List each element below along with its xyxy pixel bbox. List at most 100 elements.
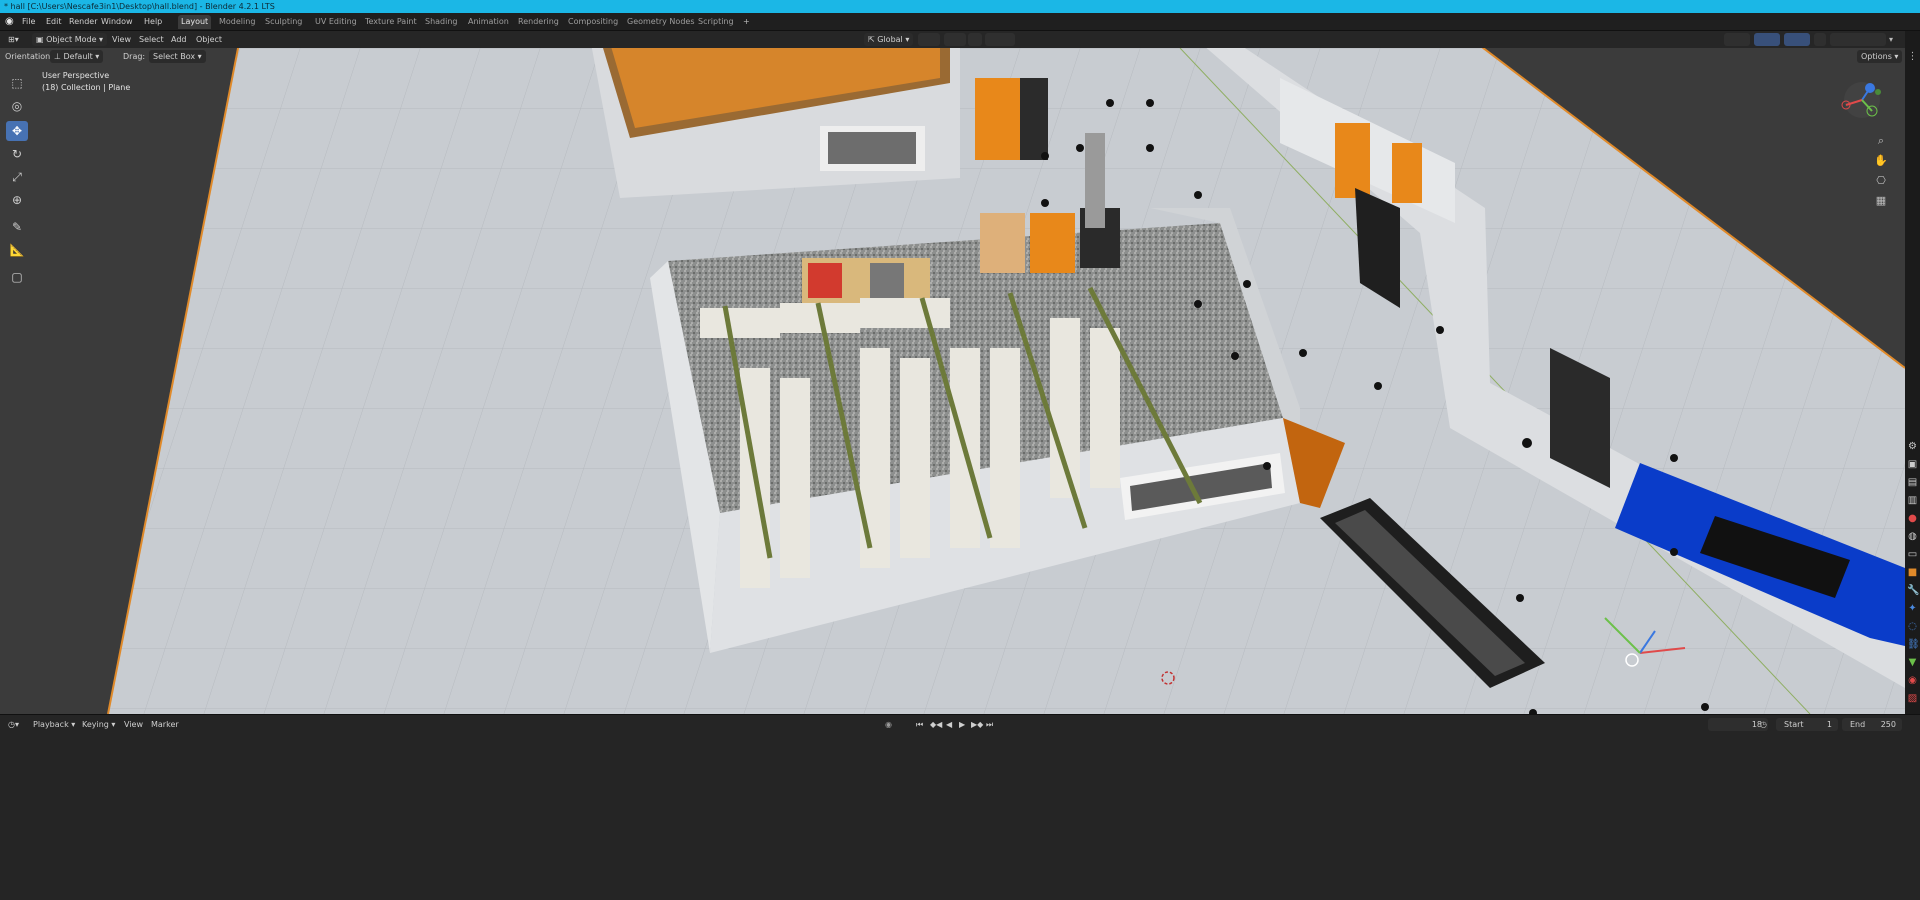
shading-mode-buttons[interactable] bbox=[1830, 33, 1886, 46]
texture-icon[interactable]: ▨ bbox=[1907, 693, 1918, 705]
material-icon[interactable]: ◉ bbox=[1907, 675, 1918, 687]
record-icon[interactable]: ◉ bbox=[885, 718, 892, 731]
play-icon[interactable]: ▶ bbox=[959, 718, 965, 731]
keying-label: Keying bbox=[82, 720, 109, 729]
add-workspace-button[interactable]: + bbox=[740, 15, 753, 29]
visibility-button[interactable] bbox=[1724, 33, 1750, 46]
mode-label: Object Mode bbox=[46, 35, 97, 44]
tab-texture-paint[interactable]: Texture Paint bbox=[362, 15, 420, 29]
jump-start-icon[interactable]: ⏮ bbox=[916, 718, 923, 731]
start-frame-field[interactable]: Start 1 bbox=[1776, 718, 1838, 731]
properties-tab-strip: ⋮ ⚙ ▣ ▤ ▥ ● ◍ ▭ ■ 🔧 ✦ ◌ ⛓ ▼ ◉ ▨ bbox=[1905, 31, 1920, 714]
editor-type-icon[interactable]: ◷▾ bbox=[8, 718, 19, 731]
end-value: 250 bbox=[1880, 720, 1896, 729]
gizmo-toggle-button[interactable] bbox=[1754, 33, 1780, 46]
transform-icon[interactable]: ⊕ bbox=[6, 190, 28, 210]
proportional-edit-button[interactable] bbox=[985, 33, 1015, 46]
xray-toggle-button[interactable] bbox=[1814, 33, 1826, 46]
navigation-gizmo[interactable] bbox=[1832, 78, 1892, 128]
data-properties-icon[interactable]: ▼ bbox=[1907, 657, 1918, 669]
menu-view[interactable]: View bbox=[124, 718, 143, 731]
mode-selector[interactable]: ▣ Object Mode ▾ bbox=[32, 33, 108, 46]
physics-icon[interactable]: ◌ bbox=[1907, 621, 1918, 633]
zoom-icon[interactable]: ⌕ bbox=[1872, 132, 1890, 150]
object-properties-icon[interactable]: ■ bbox=[1907, 567, 1918, 579]
transform-orientation-dropdown[interactable]: ⇱ Global ▾ bbox=[864, 33, 914, 46]
menu-render[interactable]: Render bbox=[69, 13, 97, 30]
tab-shading[interactable]: Shading bbox=[422, 15, 461, 29]
menu-object[interactable]: Object bbox=[196, 33, 222, 46]
menu-keying[interactable]: Keying ▾ bbox=[82, 718, 115, 731]
tab-layout[interactable]: Layout bbox=[178, 15, 212, 29]
render-properties-icon[interactable]: ▣ bbox=[1907, 459, 1918, 471]
drag-value: Select Box bbox=[153, 52, 196, 61]
world-properties-icon[interactable]: ◍ bbox=[1907, 531, 1918, 543]
prev-keyframe-icon[interactable]: ◆◀ bbox=[930, 718, 942, 731]
end-frame-field[interactable]: End 250 bbox=[1842, 718, 1902, 731]
play-reverse-icon[interactable]: ◀ bbox=[946, 718, 952, 731]
measure-icon[interactable]: 📐 bbox=[6, 240, 28, 260]
cursor-icon[interactable]: ◎ bbox=[6, 96, 28, 116]
select-box-icon[interactable]: ⬚ bbox=[6, 73, 28, 93]
hand-pan-icon[interactable]: ✋ bbox=[1872, 152, 1890, 170]
chevron-down-icon: ▾ bbox=[902, 35, 910, 44]
menu-playback[interactable]: Playback ▾ bbox=[33, 718, 75, 731]
tab-scripting[interactable]: Scripting bbox=[695, 15, 737, 29]
editor-type-icon[interactable]: ⊞▾ bbox=[8, 33, 19, 46]
view-layer-icon[interactable]: ▥ bbox=[1907, 495, 1918, 507]
blender-logo-icon[interactable]: ◉ bbox=[5, 13, 14, 30]
jump-end-icon[interactable]: ⏭ bbox=[986, 718, 993, 731]
scene-render bbox=[0, 48, 1905, 714]
grid-view-icon[interactable]: ▦ bbox=[1872, 192, 1890, 210]
3d-viewport[interactable]: Orientation: ⊥ Default ▾ Drag: Select Bo… bbox=[0, 48, 1905, 714]
scroll-icon[interactable]: ⋮ bbox=[1907, 51, 1918, 63]
menu-help[interactable]: Help bbox=[144, 13, 162, 30]
orientation-icon: ⇱ bbox=[868, 35, 878, 44]
menu-edit[interactable]: Edit bbox=[46, 13, 62, 30]
tab-sculpting[interactable]: Sculpting bbox=[262, 15, 305, 29]
menu-add[interactable]: Add bbox=[171, 33, 187, 46]
end-label: End bbox=[1850, 720, 1866, 729]
drag-dropdown[interactable]: Select Box ▾ bbox=[149, 50, 206, 63]
collection-icon[interactable]: ▭ bbox=[1907, 549, 1918, 561]
tab-animation[interactable]: Animation bbox=[465, 15, 512, 29]
menu-view[interactable]: View bbox=[112, 33, 131, 46]
orientation-dropdown[interactable]: ⊥ Default ▾ bbox=[50, 50, 104, 63]
tab-geometry-nodes[interactable]: Geometry Nodes bbox=[624, 15, 697, 29]
next-keyframe-icon[interactable]: ▶◆ bbox=[971, 718, 983, 731]
axis-icon: ⊥ bbox=[54, 52, 64, 61]
clock-icon[interactable]: ◷ bbox=[1760, 718, 1767, 731]
rotate-icon[interactable]: ↻ bbox=[6, 144, 28, 164]
scene-properties-icon[interactable]: ● bbox=[1907, 513, 1918, 525]
tab-uv-editing[interactable]: UV Editing bbox=[312, 15, 360, 29]
overlay-toggle-button[interactable] bbox=[1784, 33, 1810, 46]
options-dropdown[interactable]: Options ▾ bbox=[1857, 50, 1903, 63]
particles-icon[interactable]: ✦ bbox=[1907, 603, 1918, 615]
move-icon[interactable]: ✥ bbox=[6, 121, 28, 141]
start-value: 1 bbox=[1826, 720, 1832, 729]
tool-properties-icon[interactable]: ⚙ bbox=[1907, 441, 1918, 453]
chevron-down-icon[interactable]: ▾ bbox=[1889, 33, 1893, 46]
tab-modeling[interactable]: Modeling bbox=[216, 15, 258, 29]
current-frame-field[interactable]: 18 bbox=[1708, 718, 1768, 731]
modifier-icon[interactable]: 🔧 bbox=[1907, 585, 1919, 597]
snap-target-button[interactable] bbox=[968, 33, 982, 46]
tab-compositing[interactable]: Compositing bbox=[565, 15, 621, 29]
orientation-value: Default bbox=[63, 52, 93, 61]
menu-select[interactable]: Select bbox=[139, 33, 164, 46]
constraints-icon[interactable]: ⛓ bbox=[1907, 639, 1920, 651]
pivot-point-button[interactable] bbox=[918, 33, 940, 46]
add-cube-icon[interactable]: ▢ bbox=[6, 267, 28, 287]
chevron-down-icon: ▾ bbox=[1891, 52, 1899, 61]
menu-window[interactable]: Window bbox=[101, 13, 133, 30]
snap-toggle-button[interactable] bbox=[944, 33, 966, 46]
timeline-header: ◷▾ Playback ▾ Keying ▾ View Marker ◉ ⏮ ◆… bbox=[0, 714, 1920, 900]
menu-file[interactable]: File bbox=[22, 13, 35, 30]
menu-marker[interactable]: Marker bbox=[151, 718, 179, 731]
camera-view-icon[interactable]: ⎔ bbox=[1872, 172, 1890, 190]
output-properties-icon[interactable]: ▤ bbox=[1907, 477, 1918, 489]
scale-icon[interactable]: ⤢ bbox=[6, 167, 28, 187]
window-title: * hall [C:\Users\Nescafe3in1\Desktop\hal… bbox=[4, 2, 275, 11]
annotate-icon[interactable]: ✎ bbox=[6, 217, 28, 237]
tab-rendering[interactable]: Rendering bbox=[515, 15, 562, 29]
